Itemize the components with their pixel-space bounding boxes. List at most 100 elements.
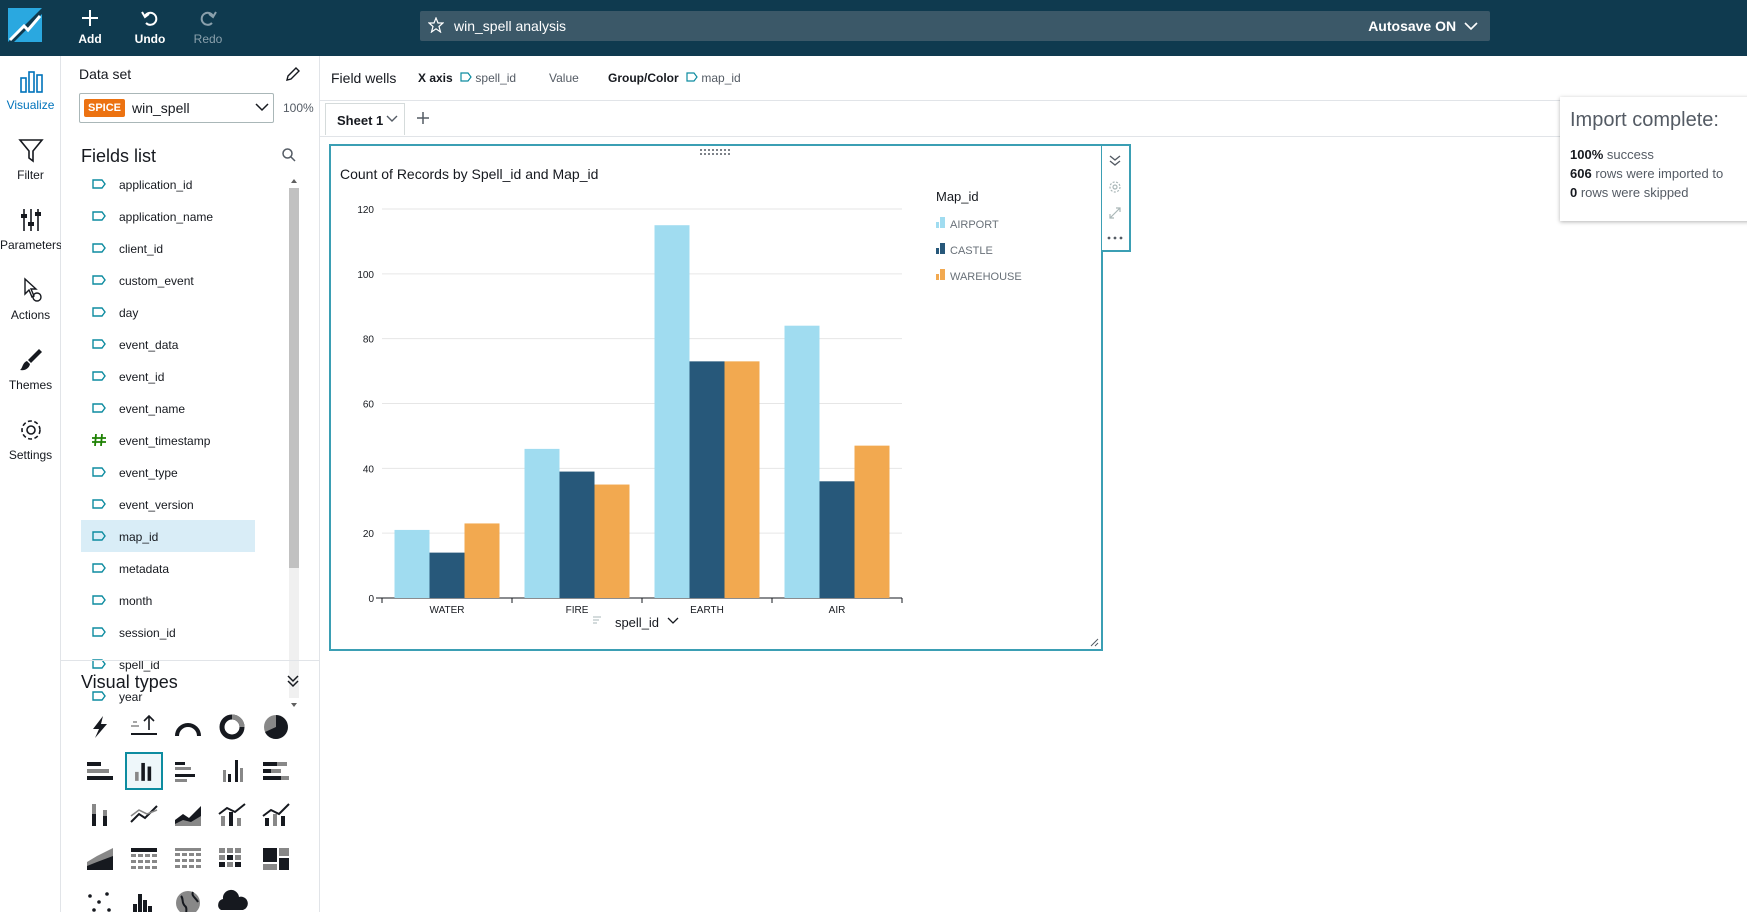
dataset-select[interactable]: SPICE win_spell: [79, 93, 274, 123]
field-item[interactable]: client_id: [81, 232, 255, 264]
success-text: success: [1603, 147, 1654, 162]
chevron-down-icon[interactable]: [386, 115, 398, 123]
scatter-plot-icon[interactable]: [81, 884, 119, 912]
field-item[interactable]: custom_event: [81, 264, 255, 296]
star-icon[interactable]: [428, 17, 444, 33]
histogram-icon[interactable]: [125, 884, 163, 912]
group-color-well[interactable]: Group/Color map_id: [608, 71, 741, 85]
pivot-table-icon[interactable]: [169, 840, 207, 878]
field-item[interactable]: event_data: [81, 328, 255, 360]
x-tick-label: FIRE: [566, 605, 589, 616]
area-chart-icon[interactable]: [169, 796, 207, 834]
horizontal-bar-chart-icon[interactable]: [81, 752, 119, 790]
dimension-tag-icon: [92, 499, 106, 509]
analysis-title[interactable]: win_spell analysis: [454, 18, 566, 34]
nav-visualize[interactable]: Visualize: [0, 66, 61, 130]
dataset-label: Data set: [79, 66, 132, 82]
field-item[interactable]: session_id: [81, 616, 255, 648]
add-button[interactable]: Add: [60, 6, 120, 50]
field-item[interactable]: day: [81, 296, 255, 328]
scroll-up-icon[interactable]: [288, 176, 300, 186]
stacked-area-chart-icon[interactable]: [81, 840, 119, 878]
dimension-tag-icon: [92, 339, 106, 349]
dimension-tag-icon: [92, 627, 106, 637]
analysis-title-bar[interactable]: win_spell analysis Autosave ON: [420, 11, 1490, 41]
bar-airport-earth: [654, 225, 690, 598]
stacked-column-chart-icon[interactable]: [81, 796, 119, 834]
combo-stacked-line-icon[interactable]: [257, 796, 295, 834]
y-tick-label: 120: [357, 205, 374, 216]
dimension-tag-icon: [92, 467, 106, 477]
field-name: event_timestamp: [119, 434, 211, 448]
y-tick-label: 0: [368, 594, 374, 605]
field-name: metadata: [119, 562, 170, 576]
sliders-icon: [20, 209, 41, 231]
word-cloud-icon[interactable]: [213, 884, 251, 912]
fields-list: application_id application_name client_id c…: [81, 168, 255, 712]
field-wells[interactable]: Field wells X axis spell_id Value Group/…: [320, 56, 1747, 101]
field-item[interactable]: application_name: [81, 200, 255, 232]
donut-chart-icon[interactable]: [213, 708, 251, 746]
field-item[interactable]: event_id: [81, 360, 255, 392]
nav-actions[interactable]: Actions: [0, 276, 61, 340]
nav-filter[interactable]: Filter: [0, 136, 61, 200]
field-item[interactable]: event_timestamp: [81, 424, 255, 456]
fields-scrollbar[interactable]: [287, 176, 299, 712]
x-axis-well[interactable]: X axis spell_id: [418, 71, 516, 85]
y-tick-label: 40: [363, 464, 375, 475]
y-tick-label: 60: [363, 400, 375, 411]
nav-parameters[interactable]: Parameters: [0, 206, 62, 270]
dimension-tag-icon: [460, 72, 472, 82]
bar-airport-water: [394, 529, 430, 598]
more-options-icon[interactable]: [1107, 235, 1123, 241]
pencil-icon[interactable]: [285, 66, 301, 82]
double-chevron-down-icon[interactable]: [1108, 154, 1122, 168]
double-chevron-down-icon[interactable]: [286, 674, 300, 688]
kpi-icon[interactable]: [125, 708, 163, 746]
autograph-icon[interactable]: [81, 708, 119, 746]
quicksight-logo-icon[interactable]: [0, 0, 50, 50]
expand-icon[interactable]: [1108, 206, 1122, 220]
field-item[interactable]: metadata: [81, 552, 255, 584]
field-item[interactable]: event_name: [81, 392, 255, 424]
bar-warehouse-air: [854, 445, 890, 598]
gauge-icon[interactable]: [169, 708, 207, 746]
autosave-label: Autosave ON: [1368, 18, 1457, 34]
autosave-toggle[interactable]: Autosave ON: [1368, 18, 1478, 34]
geospatial-map-icon[interactable]: [169, 884, 207, 912]
line-chart-icon[interactable]: [125, 796, 163, 834]
field-item[interactable]: event_type: [81, 456, 255, 488]
combo-line-bar-icon[interactable]: [213, 796, 251, 834]
cursor-gear-icon: [23, 277, 42, 302]
sheet-tab[interactable]: Sheet 1: [325, 103, 405, 135]
pie-chart-icon[interactable]: [257, 708, 295, 746]
field-item[interactable]: month: [81, 584, 255, 616]
undo-button[interactable]: Undo: [120, 6, 180, 50]
table-icon[interactable]: [125, 840, 163, 878]
legend-label: WAREHOUSE: [950, 271, 1022, 283]
heat-map-icon[interactable]: [213, 840, 251, 878]
scrollbar-thumb[interactable]: [289, 188, 299, 568]
field-item[interactable]: map_id: [81, 520, 255, 552]
field-item[interactable]: application_id: [81, 168, 255, 200]
field-name: map_id: [119, 530, 159, 544]
add-sheet-icon[interactable]: [415, 110, 431, 126]
clustered-column-chart-icon[interactable]: [213, 752, 251, 790]
resize-handle-icon[interactable]: [1089, 637, 1099, 647]
tree-map-icon[interactable]: [257, 840, 295, 878]
visual-card[interactable]: Count of Records by Spell_id and Map_id …: [329, 144, 1103, 651]
nav-themes[interactable]: Themes: [0, 346, 61, 410]
search-icon[interactable]: [281, 147, 297, 163]
gear-icon[interactable]: [1108, 180, 1122, 194]
nav-settings[interactable]: Settings: [0, 416, 61, 480]
legend-swatch-castle: [940, 243, 945, 254]
sheet-bar: Sheet 1: [320, 101, 1747, 137]
clustered-bar-chart-icon[interactable]: [169, 752, 207, 790]
visual-types-title: Visual types: [81, 672, 178, 692]
bar-castle-air: [819, 481, 855, 598]
redo-button[interactable]: Redo: [178, 6, 238, 50]
stacked-bar-chart-icon[interactable]: [257, 752, 295, 790]
field-item[interactable]: event_version: [81, 488, 255, 520]
vertical-bar-chart-icon[interactable]: [125, 752, 163, 790]
value-well[interactable]: Value: [549, 71, 579, 85]
